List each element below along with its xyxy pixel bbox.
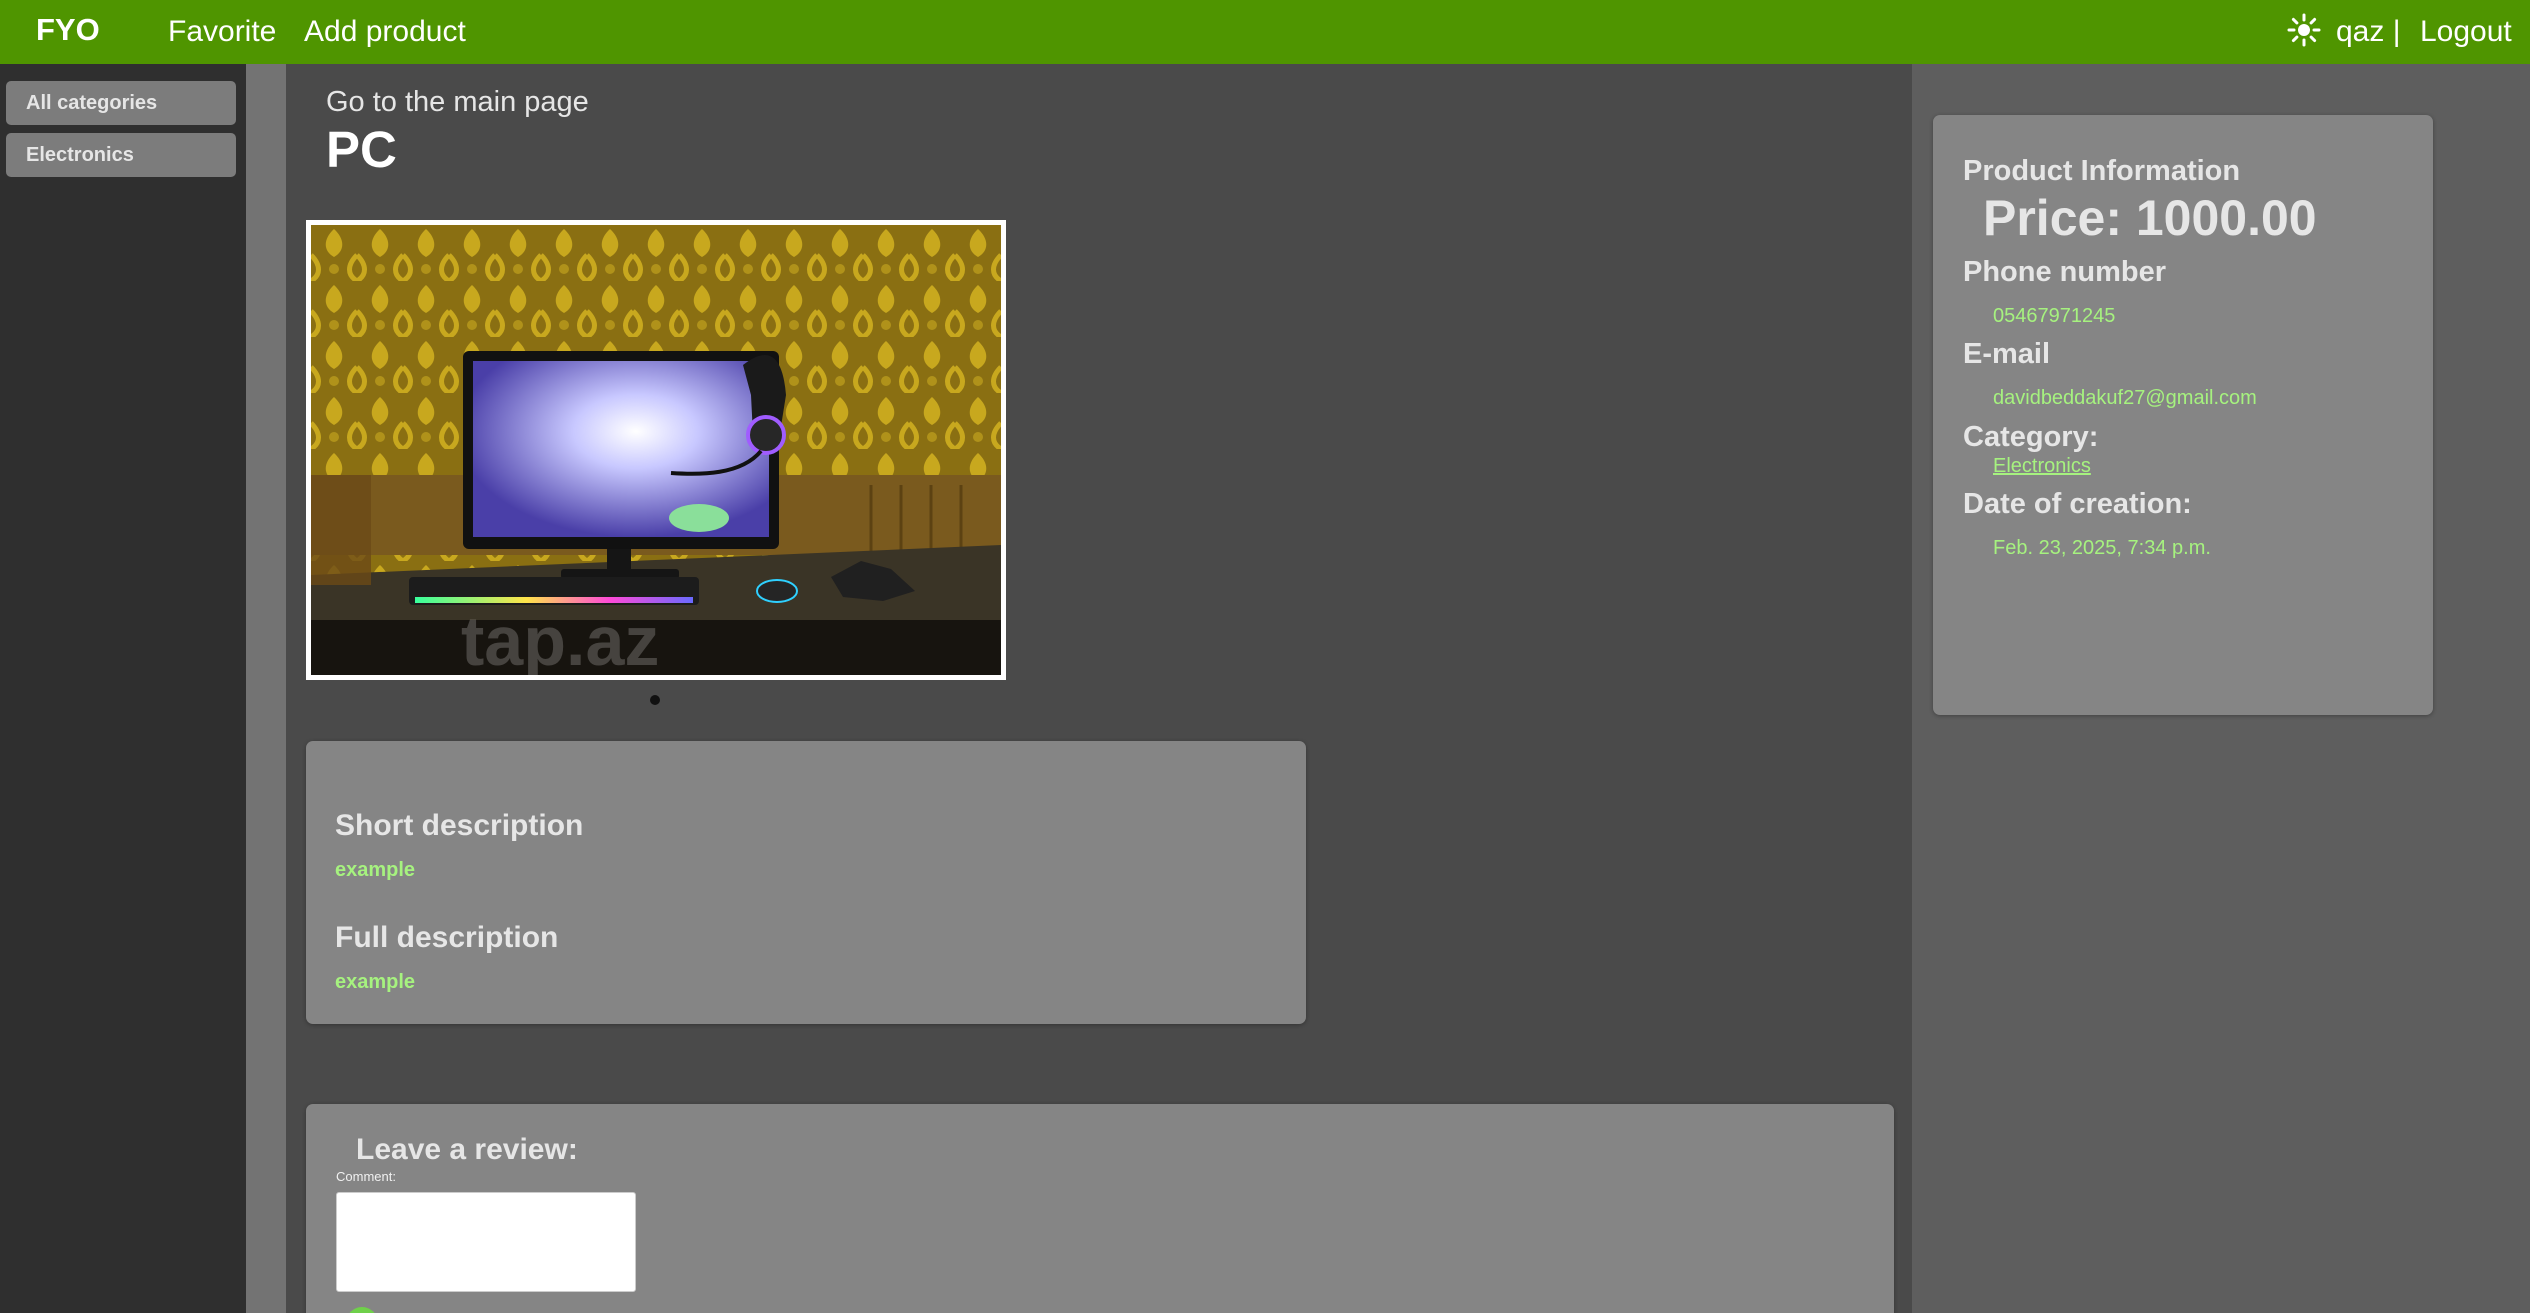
carousel-indicator-dot[interactable] — [650, 695, 660, 705]
product-title: PC — [326, 121, 397, 178]
full-description-text: example — [335, 971, 416, 993]
nav-link-add-product[interactable]: Add product — [304, 15, 466, 49]
date-label: Date of creation: — [1963, 488, 2192, 520]
sidebar-gutter — [246, 64, 286, 1313]
phone-label: Phone number — [1963, 256, 2167, 288]
category-link[interactable]: Electronics — [1993, 455, 2091, 478]
email-value: davidbeddakuf27@gmail.com — [1993, 387, 2257, 409]
full-description-heading: Full description — [335, 921, 559, 954]
sun-icon[interactable] — [2286, 12, 2322, 48]
brand-logo[interactable]: FYO — [36, 12, 100, 48]
nav-username: qaz | — [2336, 15, 2401, 48]
logout-link[interactable]: Logout — [2420, 15, 2512, 49]
product-info-card: Product Information Price: 1000.00 Phone… — [1933, 115, 2433, 715]
sidebar-item-electronics[interactable]: Electronics — [6, 133, 236, 177]
comment-textarea[interactable] — [336, 1192, 636, 1292]
short-description-heading: Short description — [335, 809, 584, 842]
main-page-link[interactable]: Go to the main page — [326, 86, 589, 119]
top-navbar: FYO Favorite Add product qaz | Logout — [0, 0, 2530, 64]
phone-value: 05467971245 — [1993, 305, 2116, 327]
review-form-card: Leave a review: Comment: — [306, 1104, 1894, 1313]
comment-label: Comment: — [336, 1169, 396, 1184]
product-price: Price: 1000.00 — [1983, 190, 2317, 246]
email-label: E-mail — [1963, 338, 2051, 370]
review-title: Leave a review: — [356, 1133, 578, 1166]
review-submit-button[interactable] — [346, 1307, 378, 1313]
category-sidebar — [0, 64, 246, 1313]
short-description-text: example — [335, 859, 416, 881]
svg-text:tap.az: tap.az — [461, 602, 659, 675]
date-value: Feb. 23, 2025, 7:34 p.m. — [1993, 537, 2211, 559]
sidebar-item-all-categories[interactable]: All categories — [6, 81, 236, 125]
category-label: Category: — [1963, 421, 2099, 453]
product-info-title: Product Information — [1963, 155, 2241, 187]
product-photo: tap.az — [311, 225, 1001, 675]
product-image-carousel[interactable]: tap.az — [306, 220, 1006, 680]
description-card: Short description example Full descripti… — [306, 741, 1306, 1024]
nav-link-favorite[interactable]: Favorite — [168, 15, 276, 49]
